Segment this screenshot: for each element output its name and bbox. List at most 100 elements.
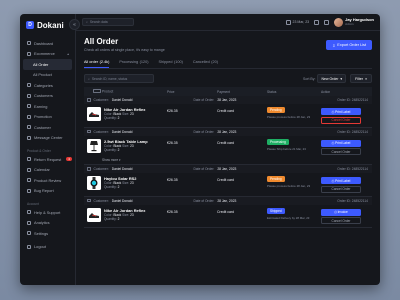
print-label-button[interactable]: ⎙ Print Label [321, 139, 361, 147]
product-quantity: Quantity: 2 [104, 116, 145, 120]
calendar-icon [27, 167, 31, 172]
user-role: Admin [345, 21, 354, 26]
table-row[interactable]: Customer: Daniel Donald Date of Order: 2… [84, 196, 372, 228]
print-label-button[interactable]: ⎙ Print Label [321, 177, 361, 184]
price-cell: €26.35 [167, 178, 178, 182]
search-placeholder: Search data [89, 20, 108, 24]
sidebar-item-earning[interactable]: Earning [23, 101, 72, 112]
topbar-right: 23 Mar, 23 Jay Hargudson Admin [285, 17, 374, 27]
cancel-order-button[interactable]: Cancel Order [321, 217, 361, 224]
sidebar-item-label: Promotion [34, 114, 52, 120]
sort-control: Sort By: New Order ▾ [303, 74, 347, 83]
sidebar-item-all-order[interactable]: All Order [23, 59, 72, 70]
cancel-order-button[interactable]: Cancel Order [321, 148, 361, 155]
export-order-list-button[interactable]: ⇩ Export Order List [326, 40, 372, 50]
sort-select[interactable]: New Order ▾ [317, 74, 347, 83]
sidebar-item-return-request[interactable]: Return Request 4 [23, 154, 72, 165]
tab-cancelled[interactable]: Cancelled (20) [193, 60, 218, 68]
tab-all-order[interactable]: All order (2.4k) [84, 60, 110, 68]
show-more-link[interactable]: Show more ▾ [84, 158, 372, 164]
sidebar-item-customer[interactable]: Customer [23, 122, 72, 133]
filter-label: Filter [355, 76, 363, 81]
sidebar-item-promotion[interactable]: Promotion [23, 112, 72, 123]
global-search-input[interactable]: ⌕ Search data [82, 18, 134, 26]
sidebar-item-settings[interactable]: Settings [23, 228, 72, 239]
brand[interactable]: D Dokani [23, 18, 72, 32]
sidebar-item-label: Bug Report [34, 188, 54, 194]
row-checkbox[interactable] [87, 129, 91, 134]
product-quantity: Quantity: 2 [104, 217, 145, 221]
product-image[interactable] [87, 207, 101, 222]
sidebar-item-all-product[interactable]: All Product [23, 70, 72, 81]
action-label: Print Label [335, 109, 351, 114]
sidebar-item-analytics[interactable]: Analytics [23, 218, 72, 229]
action-cell: ⎙ Print Label Cancel Order [321, 107, 372, 124]
cancel-order-button[interactable]: Cancel Order [321, 185, 361, 193]
star-icon [27, 178, 31, 183]
sidebar-item-ecommerce[interactable]: Ecommerce ▴ [23, 49, 72, 60]
product-image[interactable] [87, 176, 101, 190]
invoice-button[interactable]: ⎙ Invoice [321, 208, 361, 216]
status-cell: Processing Please Ship before 21 Mar, 23 [267, 138, 321, 151]
customer-name[interactable]: Daniel Donald [112, 199, 133, 203]
header-action: Action [321, 89, 331, 94]
product-image[interactable] [87, 138, 101, 153]
tab-shipped[interactable]: Shipped (100) [159, 60, 183, 68]
sidebar-item-message-center[interactable]: Message Center [23, 133, 72, 144]
row-checkbox[interactable] [87, 198, 91, 203]
customer-label: Customer: [93, 98, 109, 102]
customer-label: Customer: [93, 129, 109, 134]
table-row[interactable]: Customer: Daniel Donald Date of Order: 2… [84, 165, 372, 197]
sidebar-item-customers[interactable]: Customers [23, 91, 72, 102]
size-label: Size: [122, 143, 130, 148]
cart-icon [27, 51, 31, 56]
row-checkbox[interactable] [87, 167, 91, 171]
tab-label: Processing [119, 60, 139, 64]
sidebar-item-label: Customers [34, 93, 53, 99]
quantity-label: Quantity: [104, 216, 117, 221]
table-row[interactable]: Customer: Daniel Donald Date of Order: 2… [84, 127, 372, 165]
payment-cell: Credit card [217, 209, 235, 214]
sidebar-item-help-support[interactable]: Help & Support [23, 207, 72, 218]
order-id: Order ID: 248522114 [337, 129, 368, 134]
sidebar-item-label: Logout [34, 244, 46, 250]
tab-processing[interactable]: Processing (120) [119, 60, 148, 68]
avatar [334, 17, 344, 27]
notification-bell-icon[interactable] [314, 19, 320, 25]
status-cell: Pending Please process before 28 Jan, 23 [267, 176, 321, 188]
user-menu[interactable]: Jay Hargudson Admin [334, 17, 374, 27]
size-value: 23 [130, 112, 134, 116]
date-display[interactable]: 23 Mar, 23 [285, 19, 309, 25]
status-badge: Processing [267, 138, 289, 145]
select-all-checkbox[interactable] [93, 89, 101, 93]
customer-name[interactable]: Daniel Donald [112, 98, 133, 102]
status-cell: Pending Please process before 28 Jan, 23 [267, 107, 321, 119]
print-label-button[interactable]: ⎙ Print Label [321, 108, 361, 115]
customer-name[interactable]: Daniel Donald [112, 167, 133, 171]
order-search-input[interactable]: ⌕ Search ID, name, status [84, 74, 154, 83]
sidebar-item-label: Return Request [34, 156, 62, 162]
customer-name[interactable]: Daniel Donald [112, 130, 133, 134]
order-header: Customer: Daniel Donald Date of Order: 2… [84, 96, 372, 104]
sidebar-item-label: Calendar [34, 167, 50, 173]
header-status: Status [267, 89, 277, 94]
sidebar-item-bug-report[interactable]: Bug Report [23, 186, 72, 197]
sidebar-item-product-review[interactable]: Product Review [23, 175, 72, 186]
row-checkbox[interactable] [87, 98, 91, 102]
table-row[interactable]: Customer: Daniel Donald Date of Order: 2… [84, 96, 372, 128]
payment-cell: Credit card [217, 178, 235, 182]
sidebar-item-calendar[interactable]: Calendar [23, 165, 72, 176]
filter-button[interactable]: Filter ≡ [350, 74, 372, 83]
sidebar-item-categories[interactable]: Categories [23, 80, 72, 91]
action-label: Cancel Order [331, 218, 351, 223]
sidebar-item-dashboard[interactable]: Dashboard [23, 38, 72, 49]
order-date: 28 Jan, 2023 [217, 98, 237, 102]
message-icon[interactable] [324, 19, 330, 25]
message-icon [27, 135, 31, 140]
collapse-sidebar-button[interactable]: « [69, 19, 80, 30]
users-icon [27, 93, 31, 98]
product-image[interactable] [87, 107, 101, 121]
sidebar-item-logout[interactable]: Logout [23, 242, 72, 253]
sort-value: New Order [321, 76, 339, 81]
cancel-order-button[interactable]: Cancel Order [321, 116, 361, 124]
